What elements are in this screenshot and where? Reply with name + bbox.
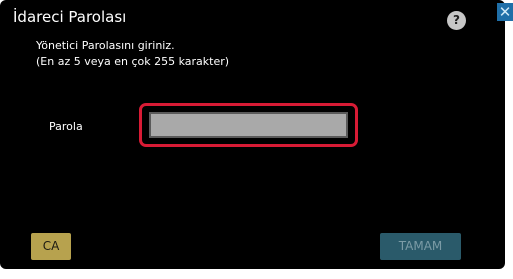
screen: İdareci Parolası ? Yönetici Parolasını g… <box>0 0 513 279</box>
password-input[interactable] <box>149 112 348 138</box>
password-dialog: İdareci Parolası ? Yönetici Parolasını g… <box>0 0 505 269</box>
password-label: Parola <box>49 120 83 133</box>
dialog-title: İdareci Parolası <box>13 8 127 26</box>
instruction-text-line-2: (En az 5 veya en çok 255 karakter) <box>36 55 230 68</box>
instruction-text-line-1: Yönetici Parolasını giriniz. <box>36 39 175 52</box>
tamam-button[interactable]: TAMAM <box>380 233 461 260</box>
ca-button[interactable]: CA <box>31 233 71 260</box>
password-field-highlight <box>139 103 358 147</box>
close-icon[interactable]: ✕ <box>497 3 513 21</box>
help-icon[interactable]: ? <box>447 11 466 30</box>
